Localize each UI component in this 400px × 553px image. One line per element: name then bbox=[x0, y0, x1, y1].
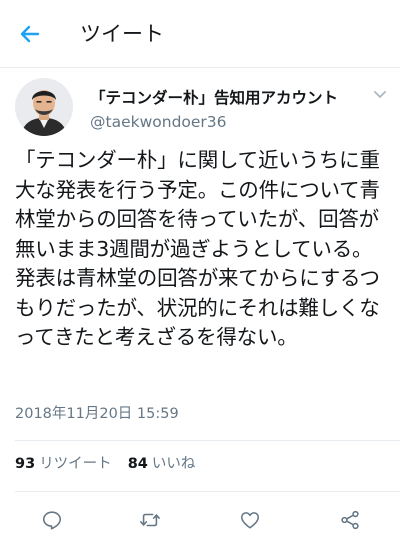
retweets-label: リツイート bbox=[39, 456, 112, 472]
reply-button[interactable] bbox=[38, 506, 66, 534]
likes-count: 84 bbox=[127, 456, 148, 472]
likes-label: いいね bbox=[151, 456, 196, 472]
heart-icon bbox=[240, 512, 260, 529]
tweet-text: 「テコンダー朴」に関して近いうちに重大な発表を行う予定。この件について青林堂から… bbox=[15, 148, 380, 349]
share-button[interactable] bbox=[336, 506, 364, 534]
arrow-left-icon bbox=[20, 25, 40, 43]
divider bbox=[15, 491, 400, 492]
avatar-illustration bbox=[15, 78, 73, 136]
reply-icon bbox=[42, 511, 62, 530]
chevron-down-icon[interactable] bbox=[372, 86, 388, 102]
divider bbox=[15, 440, 400, 441]
user-handle[interactable]: @taekwondoer36 bbox=[90, 112, 227, 132]
tweet-stats: 93 リツイート 84 いいね bbox=[15, 454, 195, 474]
retweet-button[interactable] bbox=[136, 506, 164, 534]
tweet-timestamp: 2018年11月20日 15:59 bbox=[15, 406, 179, 422]
retweet-icon bbox=[140, 513, 160, 527]
likes-stat[interactable]: 84 いいね bbox=[128, 454, 196, 474]
avatar[interactable] bbox=[15, 78, 73, 136]
action-bar bbox=[0, 500, 400, 540]
page-title: ツイート bbox=[80, 22, 164, 46]
display-name[interactable]: 「テコンダー朴」告知用アカウント bbox=[90, 88, 338, 108]
app-header: ツイート bbox=[0, 0, 400, 68]
retweets-stat[interactable]: 93 リツイート bbox=[15, 454, 112, 474]
like-button[interactable] bbox=[236, 506, 264, 534]
share-icon bbox=[341, 510, 359, 530]
retweets-count: 93 bbox=[15, 456, 36, 472]
back-button[interactable] bbox=[14, 18, 46, 50]
